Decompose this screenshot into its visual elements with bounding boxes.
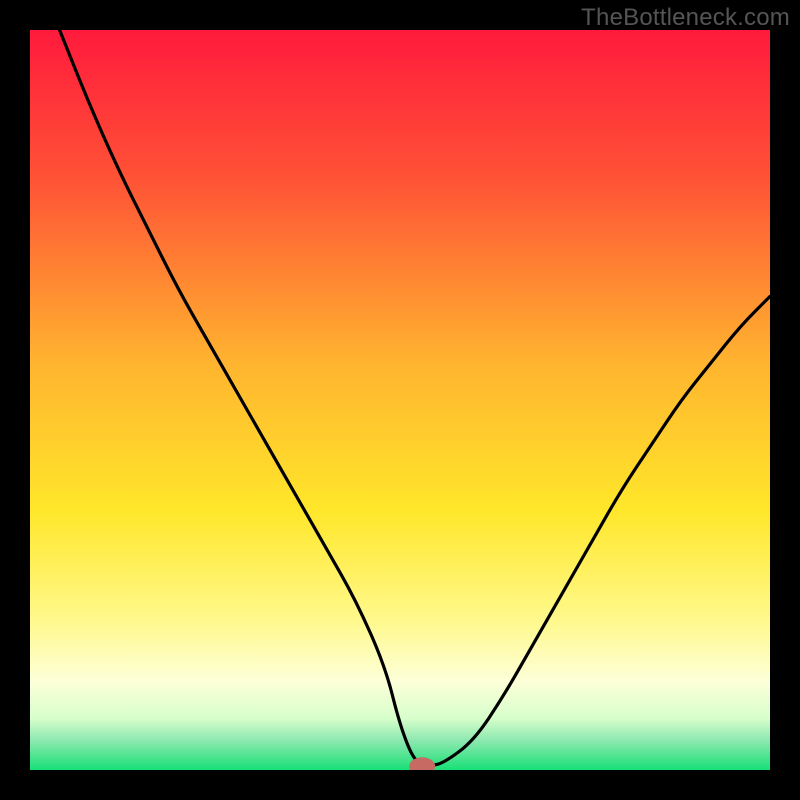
watermark-label: TheBottleneck.com (581, 4, 790, 32)
bottleneck-chart (0, 0, 800, 800)
chart-container: TheBottleneck.com (0, 0, 800, 800)
plot-background (30, 30, 770, 770)
